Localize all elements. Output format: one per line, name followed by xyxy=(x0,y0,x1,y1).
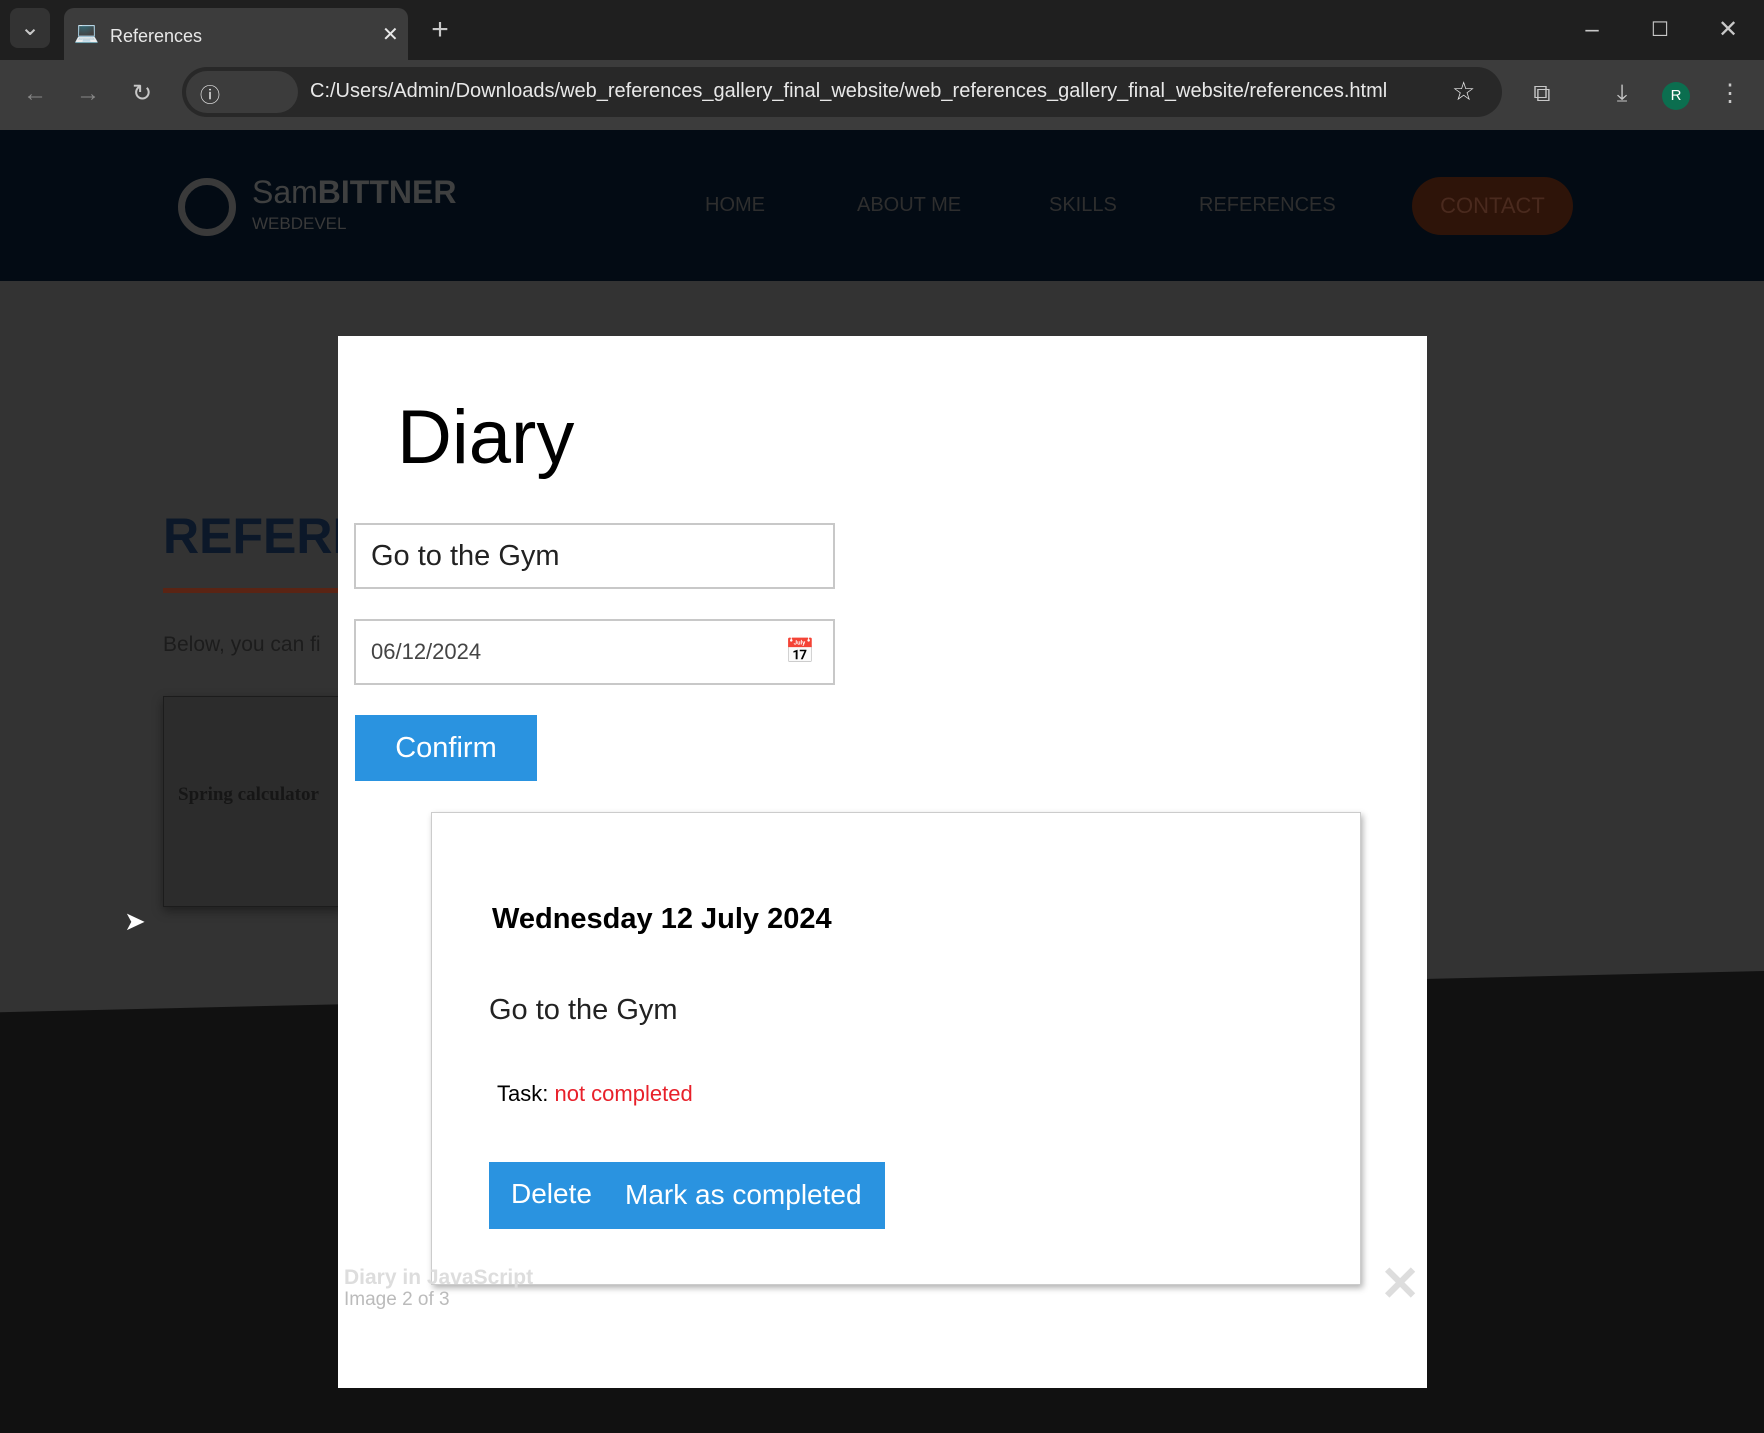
date-input[interactable]: 06/12/2024 📅 xyxy=(354,619,835,685)
delete-button[interactable]: Delete xyxy=(511,1178,592,1210)
maximize-icon[interactable]: ☐ xyxy=(1640,10,1680,50)
new-tab-icon[interactable]: + xyxy=(420,10,460,50)
diary-entry-card: Wednesday 12 July 2024 Go to the Gym Tas… xyxy=(431,812,1361,1285)
profile-avatar[interactable]: R xyxy=(1662,82,1690,110)
contact-button[interactable]: CONTACT xyxy=(1412,177,1573,235)
entry-actions: Delete Mark as completed xyxy=(489,1162,885,1229)
entry-date: Wednesday 12 July 2024 xyxy=(492,903,832,935)
tab-references[interactable]: 💻 References ✕ xyxy=(64,8,408,60)
address-bar[interactable]: ⓘ C:/Users/Admin/Downloads/web_reference… xyxy=(182,67,1502,117)
close-tab-icon[interactable]: ✕ xyxy=(382,22,399,47)
nav-references[interactable]: REFERENCES xyxy=(1199,194,1336,217)
nav-skills[interactable]: SKILLS xyxy=(1049,194,1117,217)
lightbox-caption: Diary in JavaScript xyxy=(344,1266,534,1289)
page-heading: REFERE xyxy=(163,508,366,564)
calendar-icon[interactable]: 📅 xyxy=(785,637,815,666)
download-icon[interactable]: ⤓ xyxy=(1602,74,1642,114)
site-header: SamBITTNER WEBDEVEL HOME ABOUT ME SKILLS… xyxy=(0,130,1764,281)
intro-text: Below, you can fi xyxy=(163,633,321,656)
forward-icon[interactable]: → xyxy=(68,74,108,114)
close-icon[interactable]: ✕ xyxy=(1380,1256,1420,1312)
mouse-cursor-icon: ➤ xyxy=(124,906,146,936)
lightbox-image: Diary Go to the Gym 06/12/2024 📅 Confirm … xyxy=(338,336,1427,1388)
entry-text: Go to the Gym xyxy=(489,994,678,1026)
nav-about-me[interactable]: ABOUT ME xyxy=(857,194,961,217)
tab-search-chevron-icon[interactable]: ⌄ xyxy=(10,8,50,48)
minimize-icon[interactable]: – xyxy=(1572,10,1612,50)
thumbnail-title: Spring calculator xyxy=(178,784,319,805)
tab-bar: ⌄ 💻 References ✕ + – ☐ ✕ xyxy=(0,0,1764,60)
menu-kebab-icon[interactable]: ⋮ xyxy=(1710,74,1750,114)
toolbar: ← → ↻ ⓘ C:/Users/Admin/Downloads/web_ref… xyxy=(0,60,1764,130)
page-viewport: SamBITTNER WEBDEVEL HOME ABOUT ME SKILLS… xyxy=(0,130,1764,1433)
status-text: not completed xyxy=(554,1081,693,1106)
logo-subtitle: WEBDEVEL xyxy=(252,214,347,233)
laptop-icon: 💻 xyxy=(74,22,99,44)
close-window-icon[interactable]: ✕ xyxy=(1708,10,1748,50)
reload-icon[interactable]: ↻ xyxy=(122,74,162,114)
tab-title: References xyxy=(110,26,203,46)
confirm-button[interactable]: Confirm xyxy=(355,715,537,781)
extensions-icon[interactable]: ⧉ xyxy=(1522,74,1562,114)
task-input[interactable]: Go to the Gym xyxy=(354,523,835,589)
mark-completed-button[interactable]: Mark as completed xyxy=(625,1179,862,1211)
nav-home[interactable]: HOME xyxy=(705,194,765,217)
logo-circle-icon xyxy=(178,178,236,236)
diary-title: Diary xyxy=(397,395,575,480)
url-text[interactable]: C:/Users/Admin/Downloads/web_references_… xyxy=(310,80,1387,103)
task-status: Task: not completed xyxy=(497,1081,693,1106)
logo: SamBITTNER xyxy=(252,174,457,210)
site-info-button[interactable]: ⓘ xyxy=(186,71,298,113)
lightbox-counter: Image 2 of 3 xyxy=(344,1289,450,1310)
bookmark-star-icon[interactable]: ☆ xyxy=(1452,76,1475,107)
reference-thumbnail[interactable]: Spring calculator xyxy=(163,696,343,907)
back-icon[interactable]: ← xyxy=(15,74,55,114)
heading-underline xyxy=(163,588,343,593)
info-icon: ⓘ xyxy=(200,85,220,107)
